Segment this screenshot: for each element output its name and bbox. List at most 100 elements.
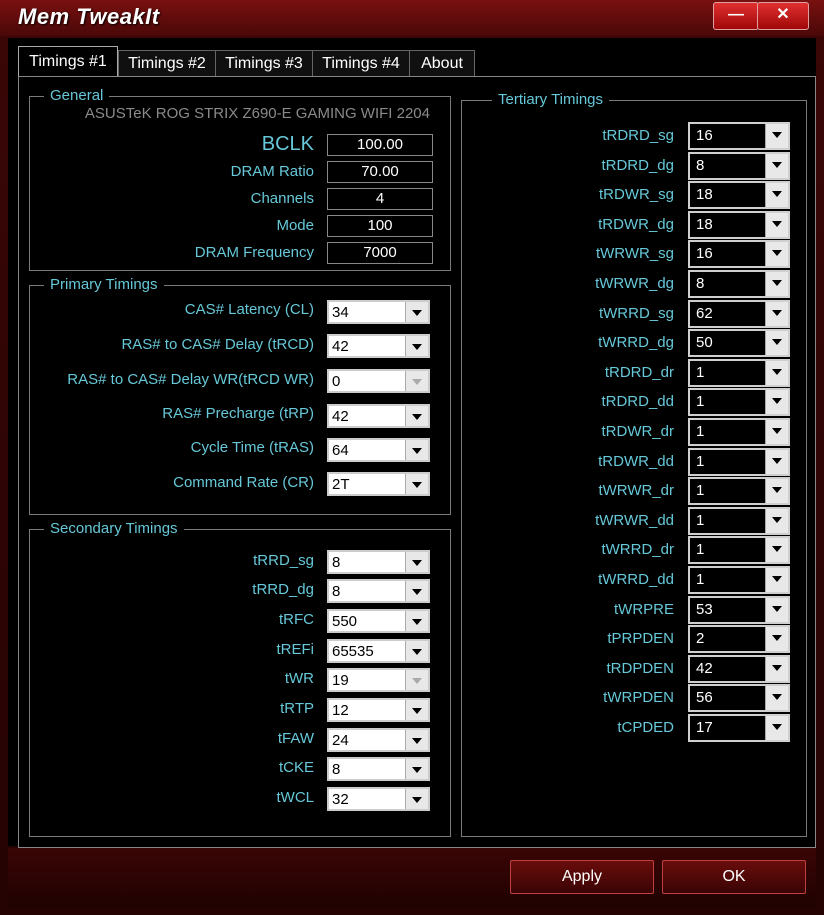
chevron-down-icon[interactable] (765, 686, 788, 711)
chevron-down-icon[interactable] (405, 302, 428, 322)
chevron-down-icon[interactable] (405, 670, 428, 690)
tab-timings-3[interactable]: Timings #3 (215, 50, 313, 77)
tertiary-select-trdwr-dg[interactable]: 18 (688, 210, 790, 239)
tertiary-select-tprpden[interactable]: 2 (688, 625, 790, 654)
trp-select[interactable]: 42 (327, 404, 430, 428)
chevron-down-icon[interactable] (765, 538, 788, 563)
tertiary-select-trdrd-dr[interactable]: 1 (688, 358, 790, 387)
mode-value: 100 (327, 215, 433, 237)
tertiary-label-tprpden: tPRPDEN (607, 630, 674, 648)
secondary-select-twr[interactable]: 19 (327, 668, 430, 692)
tertiary-label-twrwr-dd: tWRWR_dd (595, 511, 674, 529)
tertiary-select-twrrd-dr[interactable]: 1 (688, 536, 790, 565)
chevron-down-icon[interactable] (765, 716, 788, 740)
tertiary-select-twrwr-dr[interactable]: 1 (688, 477, 790, 506)
secondary-select-tcke[interactable]: 8 (327, 757, 430, 781)
secondary-select-tfaw[interactable]: 24 (327, 728, 430, 752)
trcd-wr-select[interactable]: 0 (327, 369, 430, 393)
apply-button[interactable]: Apply (510, 860, 654, 894)
secondary-select-twcl[interactable]: 32 (327, 787, 430, 811)
trp-label: RAS# Precharge (tRP) (162, 405, 314, 422)
chevron-down-icon[interactable] (765, 183, 788, 208)
title-bar[interactable]: Mem TweakIt — ✕ (0, 0, 824, 36)
select-value: 32 (332, 791, 349, 808)
chevron-down-icon[interactable] (405, 581, 428, 601)
chevron-down-icon[interactable] (765, 449, 788, 474)
tab-timings-1[interactable]: Timings #1 (18, 46, 118, 78)
chevron-down-icon[interactable] (765, 627, 788, 652)
tab-timings-4[interactable]: Timings #4 (312, 50, 410, 77)
chevron-down-icon[interactable] (765, 420, 788, 444)
chevron-down-icon[interactable] (405, 371, 428, 391)
tertiary-select-twrwr-dg[interactable]: 8 (688, 270, 790, 298)
chevron-down-icon[interactable] (405, 440, 428, 460)
chevron-down-icon[interactable] (765, 597, 788, 622)
chevron-down-icon[interactable] (405, 406, 428, 426)
chevron-down-icon[interactable] (765, 479, 788, 504)
secondary-label-trrd-sg: tRRD_sg (253, 552, 314, 569)
tertiary-select-twrpre[interactable]: 53 (688, 595, 790, 624)
secondary-select-trfc[interactable]: 550 (327, 609, 430, 633)
secondary-select-trrd-dg[interactable]: 8 (327, 579, 430, 603)
tertiary-select-trdpden[interactable]: 42 (688, 654, 790, 683)
chevron-down-icon[interactable] (765, 153, 788, 178)
chevron-down-icon[interactable] (765, 568, 788, 592)
chevron-down-icon[interactable] (405, 730, 428, 750)
ok-button[interactable]: OK (662, 860, 806, 894)
tab-timings-2[interactable]: Timings #2 (118, 50, 216, 77)
tertiary-select-trdrd-sg[interactable]: 16 (688, 122, 790, 150)
chevron-down-icon[interactable] (765, 360, 788, 385)
command-rate-select[interactable]: 2T (327, 472, 430, 496)
tertiary-select-twrwr-dd[interactable]: 1 (688, 506, 790, 535)
chevron-down-icon[interactable] (765, 331, 788, 356)
chevron-down-icon[interactable] (765, 272, 788, 296)
secondary-group-title: Secondary Timings (44, 520, 184, 537)
dram-frequency-label: DRAM Frequency (194, 244, 314, 261)
chevron-down-icon[interactable] (405, 641, 428, 661)
tertiary-select-trdwr-dr[interactable]: 1 (688, 418, 790, 446)
tertiary-select-twrwr-sg[interactable]: 16 (688, 240, 790, 269)
tertiary-label-twrpden: tWRPDEN (603, 689, 674, 707)
tertiary-select-trdrd-dd[interactable]: 1 (688, 388, 790, 417)
secondary-select-trtp[interactable]: 12 (327, 698, 430, 722)
tertiary-select-trdrd-dg[interactable]: 8 (688, 151, 790, 180)
chevron-down-icon[interactable] (765, 390, 788, 415)
minimize-button[interactable]: — (713, 2, 759, 30)
select-value: 42 (696, 659, 713, 677)
chevron-down-icon[interactable] (765, 508, 788, 533)
tertiary-label-trdrd-dd: tRDRD_dd (601, 393, 674, 411)
chevron-down-icon[interactable] (765, 656, 788, 681)
tertiary-select-twrpden[interactable]: 56 (688, 684, 790, 713)
chevron-down-icon[interactable] (765, 212, 788, 237)
tertiary-select-tcpded[interactable]: 17 (688, 714, 790, 742)
chevron-down-icon[interactable] (405, 759, 428, 779)
chevron-down-icon[interactable] (405, 789, 428, 809)
tertiary-select-twrrd-dd[interactable]: 1 (688, 566, 790, 594)
trcd-select[interactable]: 42 (327, 334, 430, 358)
tab-about[interactable]: About (409, 50, 475, 77)
tertiary-timings-group: Tertiary Timings tRDRD_sg 16 tRDRD_dg 8 tRDW… (461, 91, 807, 837)
tertiary-group-title: Tertiary Timings (492, 91, 610, 108)
chevron-down-icon[interactable] (765, 242, 788, 267)
secondary-select-trefi[interactable]: 65535 (327, 639, 430, 663)
board-name: ASUSTeK ROG STRIX Z690-E GAMING WIFI 220… (84, 105, 430, 122)
chevron-down-icon[interactable] (405, 611, 428, 631)
chevron-down-icon[interactable] (405, 700, 428, 720)
secondary-timings-group: Secondary Timings tRRD_sg 8 tRRD_dg 8 tRFC 55… (29, 520, 451, 837)
tras-select[interactable]: 64 (327, 438, 430, 462)
chevron-down-icon[interactable] (765, 301, 788, 326)
tertiary-select-trdwr-sg[interactable]: 18 (688, 181, 790, 210)
cas-latency-select[interactable]: 34 (327, 300, 430, 324)
tertiary-select-twrrd-dg[interactable]: 50 (688, 329, 790, 358)
chevron-down-icon[interactable] (405, 552, 428, 572)
chevron-down-icon[interactable] (405, 336, 428, 356)
close-button[interactable]: ✕ (757, 2, 809, 30)
chevron-down-icon[interactable] (405, 474, 428, 494)
tertiary-select-trdwr-dd[interactable]: 1 (688, 447, 790, 476)
tertiary-select-twrrd-sg[interactable]: 62 (688, 299, 790, 328)
chevron-down-icon[interactable] (765, 124, 788, 148)
cas-latency-label: CAS# Latency (CL) (184, 301, 314, 318)
dram-frequency-value: 7000 (327, 242, 433, 264)
select-value: 50 (696, 334, 713, 352)
secondary-select-trrd-sg[interactable]: 8 (327, 550, 430, 574)
